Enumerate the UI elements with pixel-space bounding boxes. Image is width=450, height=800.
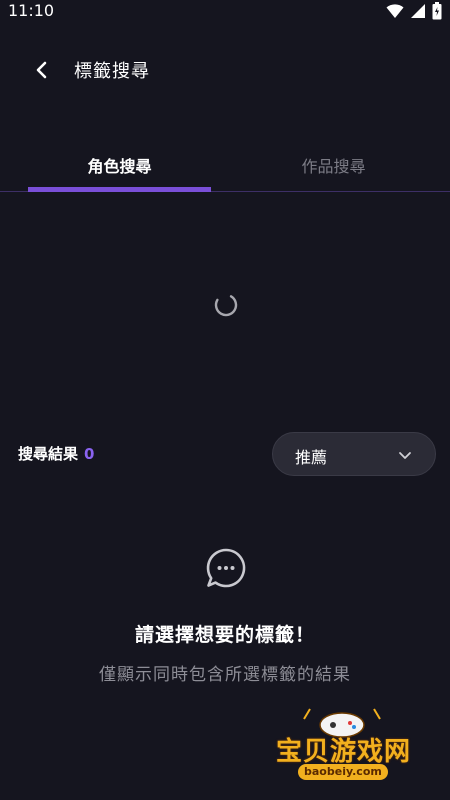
- status-icons: [386, 2, 442, 20]
- watermark-url: baobeiy.com: [298, 764, 388, 780]
- tab-character-search[interactable]: 角色搜尋: [28, 142, 211, 188]
- results-count: 0: [84, 445, 95, 463]
- sort-dropdown[interactable]: 推薦: [272, 432, 436, 476]
- loading-spinner-icon: [214, 293, 238, 317]
- watermark-text: 宝贝游戏网: [276, 737, 412, 767]
- active-tab-indicator: [28, 187, 211, 192]
- chevron-down-icon: [399, 452, 411, 459]
- results-heading: 搜尋結果 0: [18, 443, 94, 464]
- signal-icon: [411, 4, 425, 18]
- tab-work-search[interactable]: 作品搜尋: [242, 142, 425, 188]
- sort-selected-value: 推薦: [295, 448, 328, 467]
- chevron-left-icon: [36, 61, 47, 79]
- status-time: 11:10: [8, 1, 55, 20]
- back-button[interactable]: [26, 54, 58, 86]
- empty-state-subtitle: 僅顯示同時包含所選標籤的結果: [99, 665, 351, 685]
- battery-icon: [432, 2, 442, 20]
- results-label: 搜尋結果: [18, 445, 79, 463]
- page-title: 標籤搜尋: [74, 61, 150, 82]
- header: 標籤搜尋: [0, 44, 450, 96]
- tag-search-screen: 11:10 標籤搜尋 角色搜尋 作品搜尋 搜尋結果 0 推薦 請選擇想要的標籤！…: [0, 0, 450, 800]
- tab-bar: 角色搜尋 作品搜尋: [0, 142, 450, 194]
- status-bar: 11:10: [0, 0, 450, 24]
- empty-state-title: 請選擇想要的標籤！: [134, 624, 315, 646]
- chat-bubble-icon: [206, 548, 246, 588]
- wifi-icon: [386, 4, 404, 18]
- watermark-logo: 宝贝游戏网 baobeiy.com: [270, 705, 420, 795]
